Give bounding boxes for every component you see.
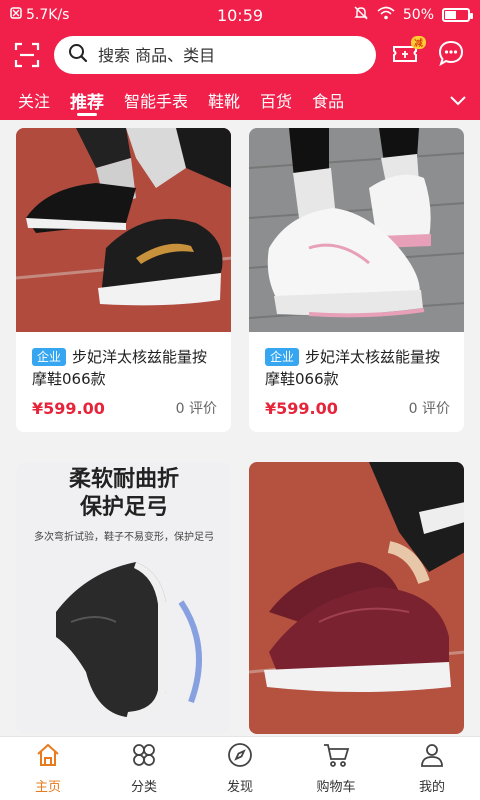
review-count: 0 评价 <box>175 401 217 417</box>
tab-food[interactable]: 食品 <box>302 80 354 120</box>
product-card[interactable]: 企业 步妃洋太核兹能量按摩鞋066款 ¥599.00 0 评价 <box>16 128 231 432</box>
scan-icon[interactable] <box>12 40 42 70</box>
user-icon <box>419 742 445 772</box>
nav-category[interactable]: 分类 <box>96 737 192 800</box>
tab-recommend[interactable]: 推荐 <box>60 80 114 120</box>
home-icon <box>35 742 61 772</box>
product-card[interactable]: 企业 步妃洋太核兹能量按摩鞋066款 ¥599.00 0 评价 <box>249 128 464 432</box>
battery-icon <box>442 8 473 22</box>
promo-image: 柔软耐曲折 保护足弓 多次弯折试验，鞋子不易变形，保护足弓 <box>16 462 231 734</box>
clock: 10:59 <box>216 5 264 25</box>
product-image <box>249 128 464 332</box>
status-bar: 5.7K/s 10:59 50% <box>0 0 480 30</box>
search-input[interactable] <box>98 45 362 65</box>
nav-cart[interactable]: 购物车 <box>288 737 384 800</box>
review-count: 0 评价 <box>408 401 450 417</box>
tab-follow[interactable]: 关注 <box>8 80 60 120</box>
notification-icon <box>10 7 22 23</box>
coupon-badge: 减 <box>410 36 426 49</box>
tabs-expand-button[interactable] <box>436 80 480 120</box>
enterprise-tag: 企业 <box>265 348 300 366</box>
search-box[interactable] <box>54 36 376 74</box>
enterprise-tag: 企业 <box>32 348 67 366</box>
mute-icon <box>353 5 369 25</box>
cart-icon <box>322 742 350 772</box>
tab-smartwatch[interactable]: 智能手表 <box>114 80 198 120</box>
chevron-down-icon <box>449 91 467 110</box>
product-card[interactable] <box>249 462 464 734</box>
product-image <box>16 128 231 332</box>
chat-icon <box>437 39 465 71</box>
app-header: 5.7K/s 10:59 50% 搜索 商品、类目 减 关注 推荐 智能手表 鞋… <box>0 0 480 120</box>
category-tabs: 关注 推荐 智能手表 鞋靴 百货 食品 <box>0 80 480 120</box>
wifi-icon <box>377 6 395 24</box>
product-image <box>249 462 464 734</box>
nav-profile[interactable]: 我的 <box>384 737 480 800</box>
coupon-button[interactable]: 减 <box>388 36 426 72</box>
product-title: 企业 步妃洋太核兹能量按摩鞋066款 <box>265 348 441 388</box>
network-speed: 5.7K/s <box>26 7 70 23</box>
product-price: ¥599.00 <box>265 398 338 418</box>
compass-icon <box>227 742 253 772</box>
tab-shoes[interactable]: 鞋靴 <box>198 80 250 120</box>
search-icon <box>68 43 88 67</box>
product-title: 企业 步妃洋太核兹能量按摩鞋066款 <box>32 348 208 388</box>
product-card[interactable]: 柔软耐曲折 保护足弓 多次弯折试验，鞋子不易变形，保护足弓 <box>16 462 231 734</box>
product-price: ¥599.00 <box>32 398 105 418</box>
tab-general-goods[interactable]: 百货 <box>250 80 302 120</box>
product-grid: 企业 步妃洋太核兹能量按摩鞋066款 ¥599.00 0 评价 企业 步妃洋太核… <box>0 120 480 736</box>
bottom-nav: 主页 分类 发现 购物车 我的 <box>0 736 480 800</box>
nav-discover[interactable]: 发现 <box>192 737 288 800</box>
category-icon <box>131 742 157 772</box>
nav-home[interactable]: 主页 <box>0 737 96 800</box>
message-button[interactable] <box>434 38 468 72</box>
battery-percent: 50% <box>402 7 434 23</box>
